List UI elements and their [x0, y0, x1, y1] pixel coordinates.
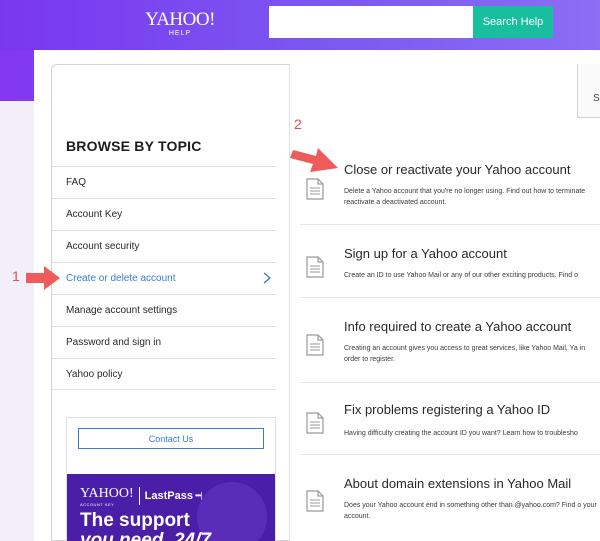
ad-yahoo-logo: YAHOO!	[80, 486, 134, 501]
ad-yahoo-sub: ACCOUNT KEY	[80, 502, 115, 507]
topic-item-account-key[interactable]: Account Key	[52, 198, 276, 230]
sidebar-title: BROWSE BY TOPIC	[66, 138, 202, 154]
topic-item-account-security[interactable]: Account security	[52, 230, 276, 262]
chevron-right-icon	[263, 272, 272, 284]
document-icon	[306, 178, 324, 200]
article-description: Having difficulty creating the account I…	[344, 430, 578, 437]
article-description: Does your Yahoo account end in something…	[344, 502, 597, 520]
topic-item-manage-account-settings[interactable]: Manage account settings	[52, 294, 276, 326]
article-description: Creating an account gives you access to …	[344, 345, 586, 363]
logo-main-text: YAHOO!	[145, 9, 215, 30]
article-title[interactable]: Info required to create a Yahoo account	[344, 319, 571, 334]
annotation-number-2: 2	[294, 116, 302, 132]
annotation-number-1: 1	[12, 268, 20, 284]
ad-logo-row: YAHOO! ACCOUNT KEY LastPass •••|	[80, 484, 203, 507]
topic-item-label: Account security	[66, 241, 140, 252]
left-background-strip	[0, 101, 34, 541]
topic-item-create-or-delete-account[interactable]: Create or delete account	[52, 262, 276, 294]
topic-item-label: Yahoo policy	[66, 368, 123, 380]
search-input[interactable]	[269, 6, 473, 38]
topic-item-label: FAQ	[66, 177, 87, 188]
topic-item-password-and-sign-in[interactable]: Password and sign in	[52, 326, 276, 358]
ad-headline: The support	[80, 510, 190, 531]
search-help-button[interactable]: Search Help	[473, 6, 553, 38]
corner-panel[interactable]: S	[577, 64, 600, 118]
topic-item-label: Create or delete account	[66, 273, 176, 284]
article-separator	[300, 382, 600, 383]
main-column-divider	[289, 64, 290, 541]
yahoo-help-logo[interactable]: YAHOO! HELP	[145, 9, 215, 38]
document-icon	[306, 334, 324, 356]
document-icon	[306, 256, 324, 278]
ad-headline-line2: you need, 24/7	[80, 530, 211, 541]
topic-item-label: Manage account settings	[66, 305, 178, 316]
topic-item-label: Account Key	[66, 209, 123, 220]
article-description: Create an ID to use Yahoo Mail or any of…	[344, 272, 578, 279]
header: YAHOO! HELP Search Help	[0, 0, 600, 50]
article-title[interactable]: Sign up for a Yahoo account	[344, 246, 507, 261]
logo-sub-text: HELP	[168, 30, 192, 37]
yahoo-lastpass-ad[interactable]: YAHOO! ACCOUNT KEY LastPass •••| The sup…	[67, 474, 275, 541]
topic-item-faq[interactable]: FAQ	[52, 166, 276, 198]
document-icon	[306, 412, 324, 434]
topic-item-yahoo-policy[interactable]: Yahoo policy	[52, 358, 276, 390]
document-icon	[306, 490, 324, 512]
annotation-arrow-diagonal-icon	[290, 148, 338, 172]
ad-lastpass-dots: •••|	[194, 491, 203, 500]
contact-promo-box: Contact Us YAHOO! ACCOUNT KEY LastPass •…	[66, 417, 276, 541]
article-title[interactable]: Fix problems registering a Yahoo ID	[344, 402, 550, 417]
article-separator	[300, 454, 600, 455]
article-description: Delete a Yahoo account that you're no lo…	[344, 188, 586, 206]
corner-panel-text: S	[593, 93, 600, 104]
contact-us-button[interactable]: Contact Us	[78, 428, 264, 449]
ad-logo-divider	[138, 486, 140, 505]
topic-list: FAQ Account Key Account security Create …	[52, 166, 276, 390]
topic-item-label: Password and sign in	[66, 337, 162, 348]
browse-by-topic-sidebar: BROWSE BY TOPIC FAQ Account Key Account …	[51, 64, 289, 541]
article-separator	[300, 297, 600, 298]
article-title[interactable]: Close or reactivate your Yahoo account	[344, 162, 570, 177]
ad-lastpass-logo: LastPass	[144, 489, 193, 502]
article-title[interactable]: About domain extensions in Yahoo Mail	[344, 476, 571, 491]
annotation-arrow-right-icon	[26, 266, 60, 290]
article-separator	[300, 224, 600, 225]
